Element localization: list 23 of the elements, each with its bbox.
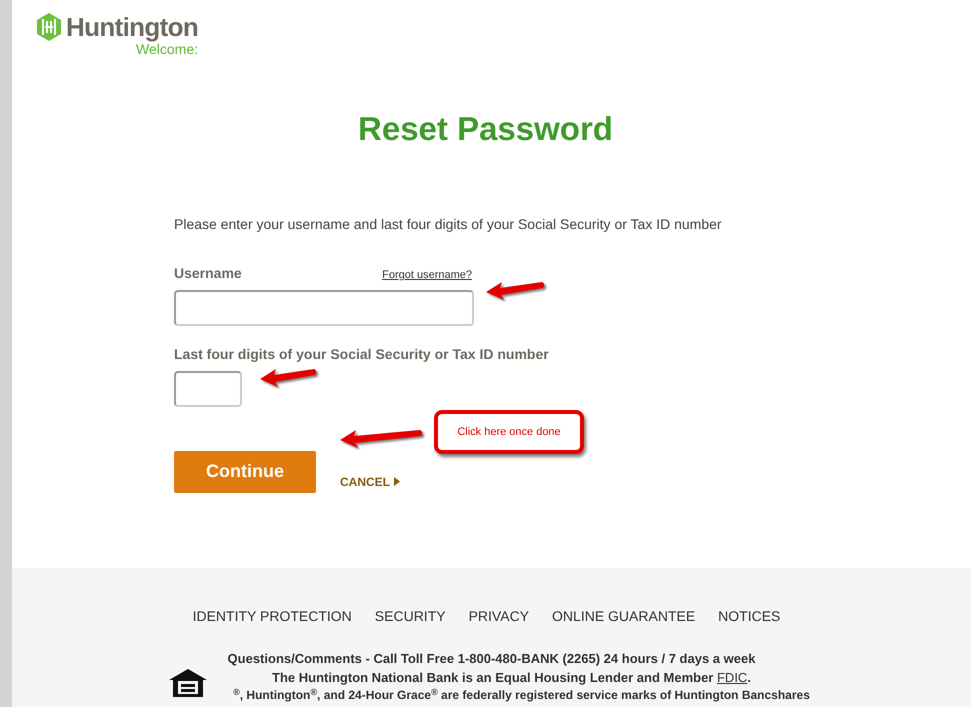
page-title: Reset Password [357,109,614,149]
footer-link[interactable]: NOTICES [718,606,780,627]
lender-text: The Huntington National Bank is an Equal Housing Lender and Member FDIC. [272,669,751,687]
forgot-username-link[interactable]: Forgot username? [382,267,472,284]
contact-text: Questions/Comments - Call Toll Free 1-800-480-BANK (2265) 24 hours / 7 days a week [228,650,756,668]
footer-link[interactable]: ONLINE GUARANTEE [552,606,696,627]
brand-name: Huntington [66,14,198,40]
logo-icon [36,12,62,42]
fdic-link[interactable]: FDIC [716,670,748,685]
caret-icon [394,477,400,486]
welcome-text: Welcome: [136,42,198,56]
equal-housing-icon [168,668,208,698]
username-label: Username [174,264,242,282]
ssn-field[interactable] [174,370,242,406]
footer-link[interactable]: IDENTITY PROTECTION [192,606,352,627]
ssn-label: Last four digits of your Social Security or Tax ID number [174,344,550,364]
callout-text: Click here once done [457,424,561,440]
footer-link[interactable]: SECURITY [374,606,446,627]
username-field[interactable] [174,290,474,326]
instructions-text: Please enter your username and last four digits of your Social Security or Tax ID number [174,214,723,234]
service-marks-text: $^{®}$, Huntington$^{®}$, and 24-Hour Grace$^{®}$ are federally registered service marks of Huntington Bancshares [233,687,810,703]
cancel-button[interactable]: CANCEL [340,472,400,490]
footer-link[interactable]: PRIVACY [468,606,530,627]
